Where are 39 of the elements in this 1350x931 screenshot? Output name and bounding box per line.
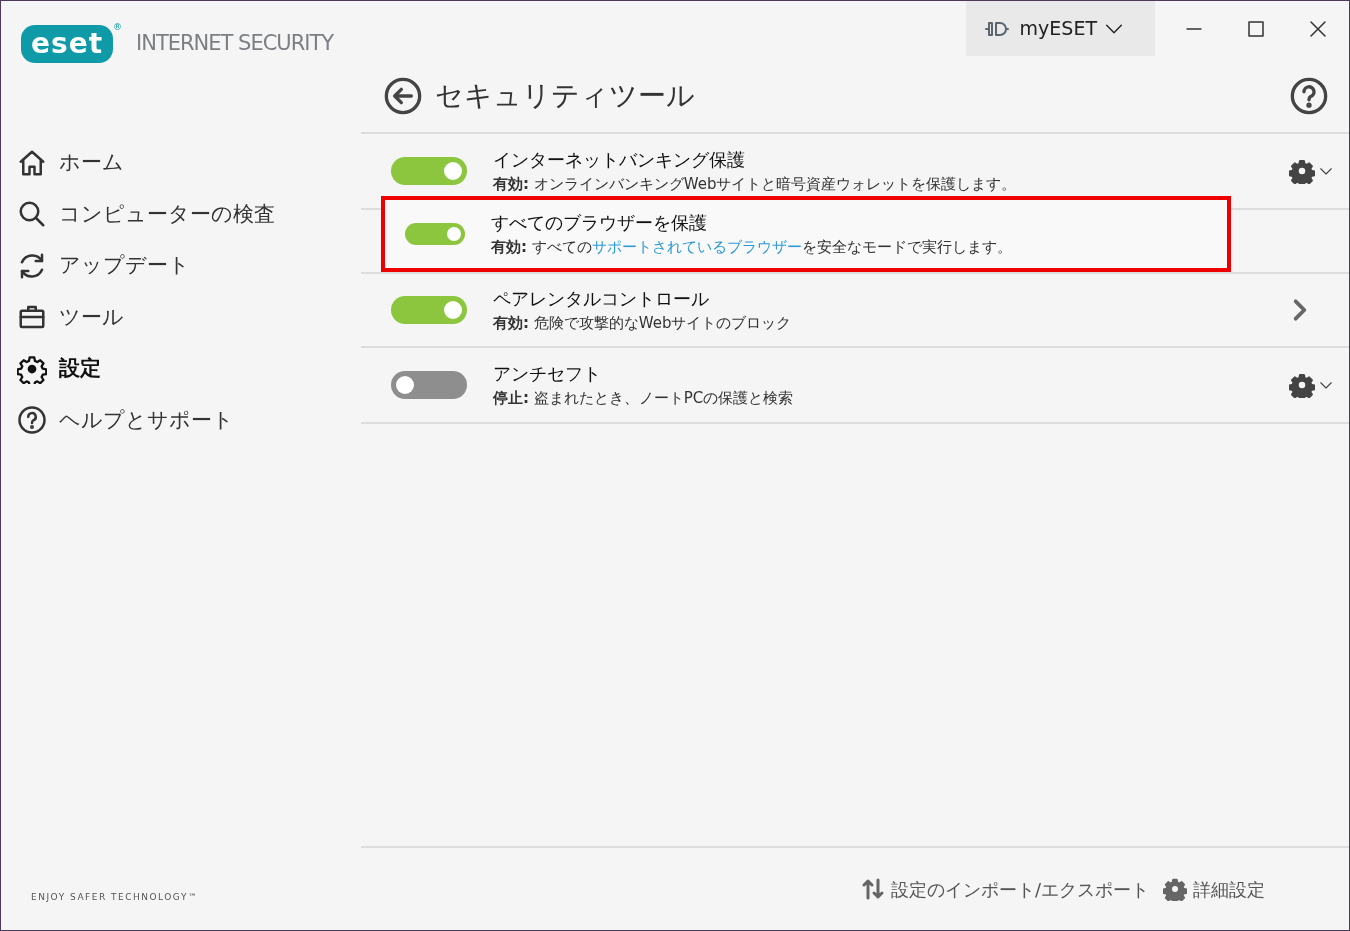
search-icon <box>17 199 47 230</box>
toggle-switch[interactable] <box>405 223 465 245</box>
product-name: INTERNET SECURITY <box>136 30 334 58</box>
feature-name: すべてのブラウザーを保護 <box>491 211 708 236</box>
page-title: セキュリティツール <box>435 79 696 113</box>
footer-link[interactable]: 設定のインポート/エクスポート <box>860 875 1149 903</box>
settings-icon <box>17 353 47 384</box>
feature-name: アンチセフト <box>493 362 602 387</box>
feature-name: ペアレンタルコントロール <box>493 287 710 312</box>
gear-icon <box>1163 877 1187 901</box>
back-button[interactable] <box>383 76 423 116</box>
tagline: ENJOY SAFER TECHNOLOGY™ <box>30 890 199 904</box>
account-button[interactable]: myESET <box>965 1 1155 56</box>
sidebar-item[interactable]: アップデート <box>17 248 190 284</box>
logo: eset <box>21 25 114 63</box>
feature-description: 有効: すべてのサポートされているブラウザーを安全なモードで実行します。 <box>491 237 1013 259</box>
footer-link[interactable]: 詳細設定 <box>1163 875 1265 903</box>
sidebar-item[interactable]: ホーム <box>17 145 124 181</box>
feature-description: 有効: 危険で攻撃的なWebサイトのブロック <box>493 313 793 335</box>
feature-description: 停止: 盗まれたとき、ノートPCの保護と検索 <box>493 388 795 410</box>
sort-arrows-icon <box>860 877 885 901</box>
help-button[interactable] <box>1289 76 1329 116</box>
toggle-switch[interactable] <box>391 371 467 399</box>
gear-icon <box>1289 158 1315 184</box>
sidebar-item[interactable]: ヘルプとサポート <box>17 402 234 438</box>
sidebar-item[interactable]: 設定 <box>17 351 101 387</box>
settings-menu-button[interactable] <box>1289 158 1335 184</box>
sidebar-item[interactable]: ツール <box>17 299 124 335</box>
sidebar-item[interactable]: コンピューターの検査 <box>17 196 275 232</box>
registered-mark: ® <box>113 21 123 34</box>
help-icon <box>1289 76 1329 116</box>
toggle-switch[interactable] <box>391 157 467 185</box>
feature-name: インターネットバンキング保護 <box>493 148 746 173</box>
feature-description: 有効: オンラインバンキングWebサイトと暗号資産ウォレットを保護します。 <box>493 174 1018 196</box>
help-icon <box>17 405 47 436</box>
toggle-switch[interactable] <box>391 296 467 324</box>
settings-menu-button[interactable] <box>1289 372 1335 398</box>
minimize-icon <box>1186 27 1202 30</box>
gear-icon <box>1289 372 1315 398</box>
